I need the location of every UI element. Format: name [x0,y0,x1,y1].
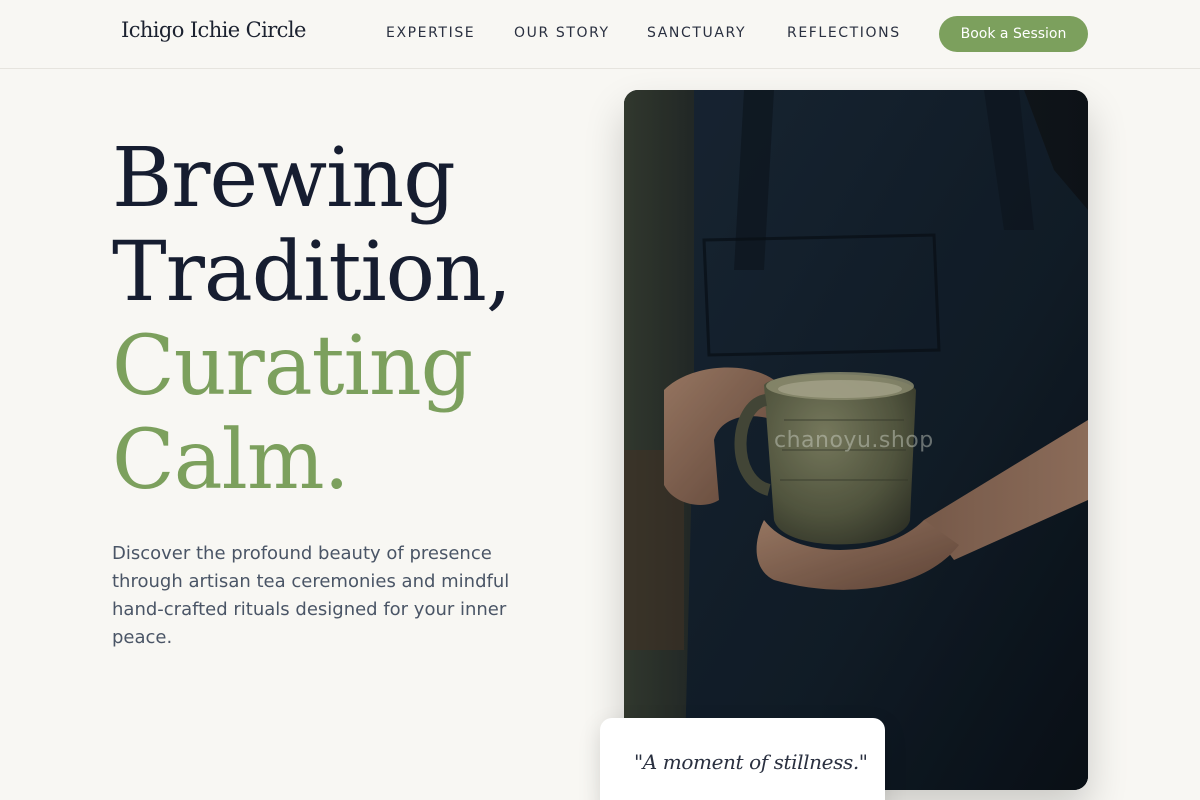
nav-item-our-story[interactable]: OUR STORY [514,25,610,41]
nav-item-sanctuary[interactable]: SANCTUARY [647,25,746,41]
headline-line-tradition: Tradition, [112,225,512,320]
headline-line-calm: Calm. [112,413,350,508]
nav-item-reflections[interactable]: REFLECTIONS [787,25,901,41]
hero-headline: Brewing Tradition, Curating Calm. [112,132,582,508]
headline-line-curating: Curating [112,319,473,414]
brand-logo[interactable]: Ichigo Ichie Circle [121,18,306,42]
nav-item-expertise[interactable]: EXPERTISE [386,25,475,41]
site-header: Ichigo Ichie Circle EXPERTISE OUR STORY … [0,0,1200,69]
quote-text: "A moment of stillness." [634,750,868,774]
headline-line-brewing: Brewing [112,131,456,226]
photo-watermark: chanoyu.shop [774,428,934,453]
hero-description: Discover the profound beauty of presence… [112,543,510,648]
book-session-button[interactable]: Book a Session [939,16,1088,52]
quote-card: "A moment of stillness." [600,718,885,800]
